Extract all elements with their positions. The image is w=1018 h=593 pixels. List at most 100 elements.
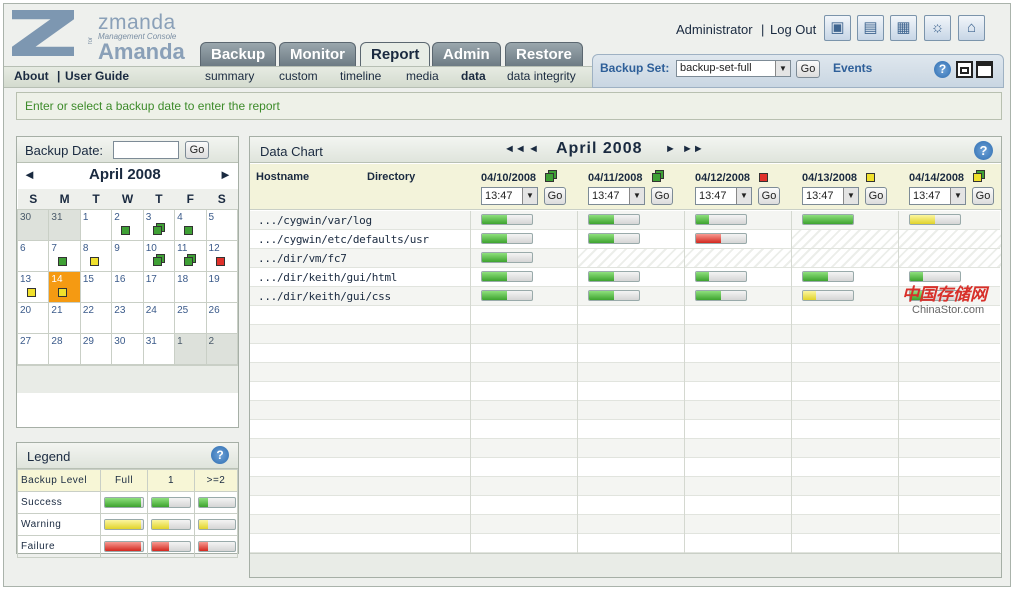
calendar-day[interactable]: 2	[111, 208, 144, 241]
calendar-day[interactable]: 6	[16, 239, 50, 272]
first-month-icon[interactable]: ◄◄	[504, 143, 526, 155]
calendar-day[interactable]: 13	[16, 270, 50, 303]
help-icon[interactable]: ?	[934, 61, 951, 78]
date-go-button[interactable]: Go	[758, 187, 780, 205]
calendar-day[interactable]: 12	[205, 239, 239, 272]
calendar-day[interactable]: 15	[79, 270, 113, 303]
prev-chart-month-icon[interactable]: ◄	[528, 143, 539, 155]
backup-set-select[interactable]: backup-set-full ▼	[676, 60, 791, 77]
calendar-day[interactable]: 1	[79, 208, 113, 241]
subtab-media[interactable]: media	[406, 69, 439, 83]
time-select[interactable]: 13:47 ▼	[695, 187, 752, 205]
backup-bar[interactable]	[588, 271, 640, 282]
backup-bar[interactable]	[695, 233, 747, 244]
backup-bar[interactable]	[909, 214, 961, 225]
user-guide-link[interactable]: User Guide	[65, 69, 129, 83]
prev-month-icon[interactable]: ◄	[23, 167, 36, 182]
date-go-button[interactable]: Go	[544, 187, 566, 205]
subtab-data[interactable]: data	[461, 69, 486, 83]
backup-date-input[interactable]	[113, 141, 179, 159]
time-select[interactable]: 13:47 ▼	[588, 187, 645, 205]
calendar-day[interactable]: 23	[111, 301, 144, 334]
calendar-day[interactable]: 19	[205, 270, 239, 303]
calendar-day[interactable]: 1	[174, 332, 207, 365]
calendar-day[interactable]: 21	[48, 301, 81, 334]
home-icon[interactable]: ⌂	[958, 15, 985, 41]
calendar-day[interactable]: 3	[142, 208, 176, 241]
time-select[interactable]: 13:47 ▼	[481, 187, 538, 205]
logout-link[interactable]: Log Out	[770, 22, 816, 37]
calendar-day[interactable]: 31	[142, 332, 176, 365]
backup-date-go-button[interactable]: Go	[185, 141, 209, 159]
calendar-day[interactable]: 20	[16, 301, 50, 334]
legend-help-icon[interactable]: ?	[211, 446, 229, 464]
calendar-day[interactable]: 26	[205, 301, 239, 334]
next-month-icon[interactable]: ►	[219, 167, 232, 182]
backup-bar[interactable]	[481, 290, 533, 301]
calendar-day[interactable]: 2	[205, 332, 239, 365]
date-go-button[interactable]: Go	[972, 187, 994, 205]
tab-backup[interactable]: Backup	[200, 42, 277, 66]
calendar-day[interactable]: 22	[79, 301, 113, 334]
calendar-day[interactable]: 30	[16, 208, 50, 241]
backup-bar[interactable]	[588, 290, 640, 301]
time-select[interactable]: 13:47 ▼	[802, 187, 859, 205]
restore-window-icon[interactable]	[956, 61, 973, 78]
time-select[interactable]: 13:47 ▼	[909, 187, 966, 205]
backup-bar[interactable]	[802, 214, 854, 225]
cart-icon[interactable]: ▣	[824, 15, 851, 41]
backup-bar[interactable]	[481, 271, 533, 282]
backup-bar[interactable]	[695, 214, 747, 225]
maximize-window-icon[interactable]	[976, 61, 993, 78]
calendar-day[interactable]: 27	[16, 332, 50, 365]
backup-bar[interactable]	[588, 233, 640, 244]
date-go-button[interactable]: Go	[651, 187, 673, 205]
calendar-day[interactable]: 24	[142, 301, 176, 334]
directory-path[interactable]: .../cygwin/etc/defaults/usr	[258, 233, 429, 246]
tab-report[interactable]: Report	[360, 42, 431, 67]
backup-set-go-button[interactable]: Go	[796, 60, 820, 78]
chart-help-icon[interactable]: ?	[974, 141, 993, 160]
events-link[interactable]: Events	[833, 61, 872, 75]
subtab-data-integrity[interactable]: data integrity	[507, 69, 576, 83]
calendar-day[interactable]: 29	[79, 332, 113, 365]
calendar-day[interactable]: 8	[79, 239, 113, 272]
backup-bar[interactable]	[802, 290, 854, 301]
subtab-timeline[interactable]: timeline	[340, 69, 381, 83]
calendar-day[interactable]: 17	[142, 270, 176, 303]
directory-path[interactable]: .../dir/keith/gui/css	[258, 290, 391, 303]
subtab-summary[interactable]: summary	[205, 69, 254, 83]
about-link[interactable]: About	[14, 69, 49, 83]
backup-bar[interactable]	[802, 271, 854, 282]
calendar-day[interactable]: 28	[48, 332, 81, 365]
backup-bar[interactable]	[481, 233, 533, 244]
backup-bar[interactable]	[481, 252, 533, 263]
calendar-day[interactable]: 4	[174, 208, 207, 241]
calendar-day[interactable]: 5	[205, 208, 239, 241]
calendar-day[interactable]: 11	[174, 239, 207, 272]
calendar-day[interactable]: 30	[111, 332, 144, 365]
backup-bar[interactable]	[481, 214, 533, 225]
calendar-day[interactable]: 10	[142, 239, 176, 272]
date-go-button[interactable]: Go	[865, 187, 887, 205]
backup-bar[interactable]	[695, 290, 747, 301]
subtab-custom[interactable]: custom	[279, 69, 318, 83]
backup-bar[interactable]	[588, 214, 640, 225]
calendar-day[interactable]: 14	[48, 270, 81, 303]
tab-monitor[interactable]: Monitor	[279, 42, 356, 66]
last-month-icon[interactable]: ►►	[682, 143, 704, 155]
next-chart-month-icon[interactable]: ►	[665, 143, 676, 155]
calendar-day[interactable]: 9	[111, 239, 144, 272]
calendar-day[interactable]: 16	[111, 270, 144, 303]
calendar-day[interactable]: 31	[48, 208, 81, 241]
tab-restore[interactable]: Restore	[505, 42, 583, 66]
directory-path[interactable]: .../dir/keith/gui/html	[258, 271, 397, 284]
backup-bar[interactable]	[695, 271, 747, 282]
directory-path[interactable]: .../cygwin/var/log	[258, 214, 372, 227]
directory-path[interactable]: .../dir/vm/fc7	[258, 252, 347, 265]
calendar-day[interactable]: 25	[174, 301, 207, 334]
calendar-day[interactable]: 18	[174, 270, 207, 303]
tab-admin[interactable]: Admin	[432, 42, 501, 66]
book-icon[interactable]: ▤	[857, 15, 884, 41]
lightbulb-icon[interactable]: ☼	[924, 15, 951, 41]
